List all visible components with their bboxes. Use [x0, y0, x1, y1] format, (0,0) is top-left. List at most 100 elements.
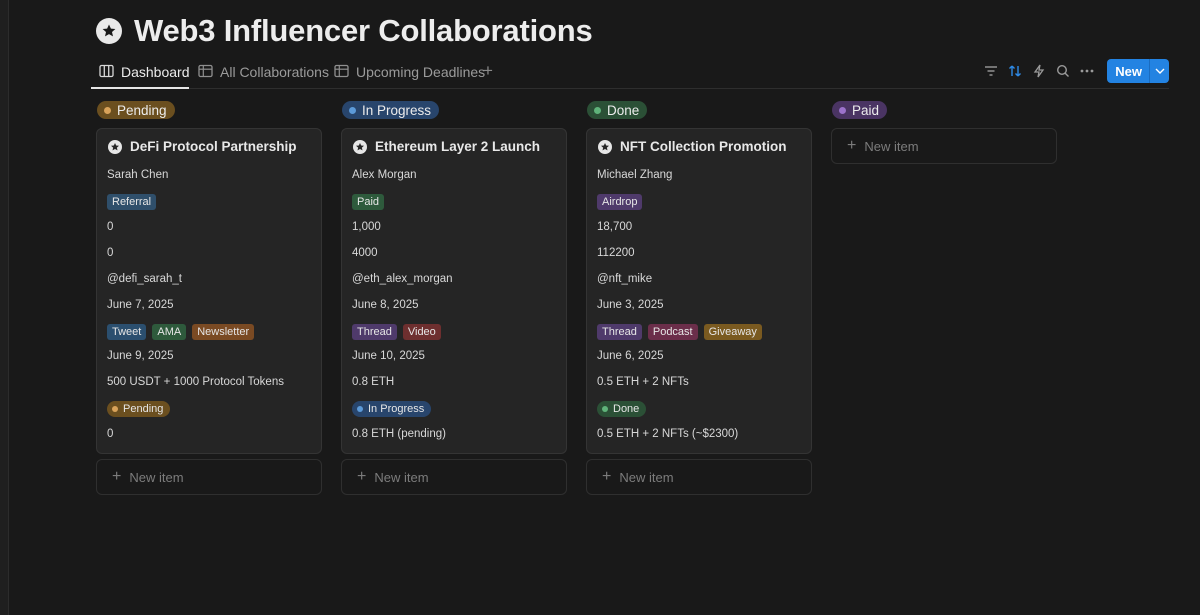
- star-badge-icon: [353, 139, 367, 154]
- tab-all-collaborations[interactable]: All Collaborations: [198, 60, 329, 84]
- deadline-date: June 10, 2025: [352, 350, 425, 362]
- board-card[interactable]: NFT Collection Promotion Michael Zhang A…: [586, 128, 812, 454]
- left-rail: [0, 0, 9, 615]
- status-field: Pending: [107, 401, 171, 417]
- column-label: Pending: [117, 102, 167, 118]
- compensation: 0.8 ETH: [352, 376, 395, 388]
- status-dot: [104, 106, 111, 114]
- number-field-1: 1,000: [352, 221, 381, 233]
- status-dot: [839, 106, 846, 114]
- toolbar: New: [983, 59, 1169, 83]
- card-title[interactable]: Ethereum Layer 2 Launch: [353, 139, 540, 154]
- status-dot: [349, 106, 356, 114]
- column-header-done[interactable]: Done: [587, 101, 648, 119]
- status-dot: [357, 406, 363, 412]
- more-icon[interactable]: [1079, 63, 1095, 79]
- number-field-2: 112200: [597, 247, 635, 259]
- amount-paid: 0.8 ETH (pending): [352, 428, 446, 440]
- tab-upcoming-deadlines[interactable]: Upcoming Deadlines: [334, 60, 485, 84]
- new-button-label[interactable]: New: [1107, 59, 1149, 83]
- social-handle: @defi_sarah_t: [107, 273, 182, 285]
- add-view-icon[interactable]: +: [483, 61, 493, 81]
- column-header-in-progress[interactable]: In Progress: [342, 101, 440, 119]
- influencer-name: Michael Zhang: [597, 169, 673, 181]
- star-badge-icon[interactable]: [96, 18, 122, 44]
- number-field-1: 18,700: [597, 221, 633, 233]
- start-date: June 8, 2025: [352, 299, 419, 311]
- influencer-name: Sarah Chen: [107, 169, 169, 181]
- plus-icon: +: [357, 468, 367, 485]
- compensation: 500 USDT + 1000 Protocol Tokens: [107, 376, 284, 388]
- column-header-pending[interactable]: Pending: [97, 101, 175, 119]
- type-tag: Referral: [107, 194, 157, 210]
- start-date: June 7, 2025: [107, 299, 174, 311]
- plus-icon: +: [112, 468, 122, 485]
- new-item-button-paid[interactable]: + New item: [831, 128, 1057, 164]
- page-header: Web3 Influencer Collaborations: [96, 12, 593, 50]
- content-tags: Thread Video: [352, 324, 441, 340]
- amount-paid: 0: [107, 428, 114, 440]
- new-item-button-pending[interactable]: + New item: [96, 459, 322, 495]
- new-item-label: New item: [129, 469, 184, 485]
- new-item-button-in-progress[interactable]: + New item: [341, 459, 567, 495]
- social-handle: @nft_mike: [597, 273, 653, 285]
- card-title-text: Ethereum Layer 2 Launch: [375, 139, 541, 154]
- card-title-text: NFT Collection Promotion: [620, 139, 787, 154]
- card-title[interactable]: DeFi Protocol Partnership: [108, 139, 297, 154]
- column-label: In Progress: [362, 102, 432, 118]
- status-badge: In Progress: [352, 401, 432, 417]
- column-label: Paid: [852, 102, 880, 118]
- column-header-paid[interactable]: Paid: [832, 101, 888, 119]
- status-badge: Done: [597, 401, 647, 417]
- status-label: Pending: [123, 403, 164, 415]
- chevron-down-icon[interactable]: [1149, 59, 1169, 83]
- column-label: Done: [607, 102, 640, 118]
- content-tag: Giveaway: [703, 324, 762, 340]
- deadline-date: June 9, 2025: [107, 350, 174, 362]
- search-icon[interactable]: [1055, 63, 1071, 79]
- board-icon: [99, 64, 114, 81]
- collab-type: Paid: [352, 194, 385, 210]
- social-handle: @eth_alex_morgan: [352, 273, 453, 285]
- compensation: 0.5 ETH + 2 NFTs: [597, 376, 689, 388]
- new-item-label: New item: [374, 469, 429, 485]
- table-icon: [198, 64, 213, 81]
- new-item-button-done[interactable]: + New item: [586, 459, 812, 495]
- card-title[interactable]: NFT Collection Promotion: [598, 139, 787, 154]
- amount-paid: 0.5 ETH + 2 NFTs (~$2300): [597, 428, 739, 440]
- board-card[interactable]: DeFi Protocol Partnership Sarah Chen Ref…: [96, 128, 322, 454]
- status-field: Done: [597, 401, 647, 417]
- status-dot: [112, 406, 118, 412]
- status-badge: Pending: [107, 401, 171, 417]
- page-title[interactable]: Web3 Influencer Collaborations: [134, 13, 593, 49]
- table-icon: [334, 64, 349, 81]
- status-dot: [602, 406, 608, 412]
- start-date: June 3, 2025: [597, 299, 664, 311]
- plus-icon: +: [602, 468, 612, 485]
- type-tag: Airdrop: [597, 194, 643, 210]
- influencer-name: Alex Morgan: [352, 169, 417, 181]
- content-tag: Thread: [597, 324, 642, 340]
- content-tag: Video: [402, 324, 441, 340]
- new-button[interactable]: New: [1107, 59, 1169, 83]
- board-card[interactable]: Ethereum Layer 2 Launch Alex Morgan Paid…: [341, 128, 567, 454]
- content-tag: Newsletter: [192, 324, 255, 340]
- automation-icon[interactable]: [1031, 63, 1047, 79]
- tab-dashboard[interactable]: Dashboard: [99, 60, 190, 84]
- number-field-2: 0: [107, 247, 114, 259]
- collab-type: Referral: [107, 194, 157, 210]
- status-field: In Progress: [352, 401, 432, 417]
- star-badge-icon: [108, 139, 122, 154]
- sort-icon[interactable]: [1007, 63, 1023, 79]
- tab-label: Upcoming Deadlines: [356, 64, 486, 80]
- card-title-text: DeFi Protocol Partnership: [130, 139, 297, 154]
- status-label: Done: [613, 403, 640, 415]
- filter-icon[interactable]: [983, 63, 999, 79]
- content-tag: Tweet: [107, 324, 147, 340]
- content-tags: Thread Podcast Giveaway: [597, 324, 762, 340]
- type-tag: Paid: [352, 194, 385, 210]
- collab-type: Airdrop: [597, 194, 643, 210]
- tab-label: All Collaborations: [220, 64, 329, 80]
- deadline-date: June 6, 2025: [597, 350, 664, 362]
- status-label: In Progress: [368, 403, 425, 415]
